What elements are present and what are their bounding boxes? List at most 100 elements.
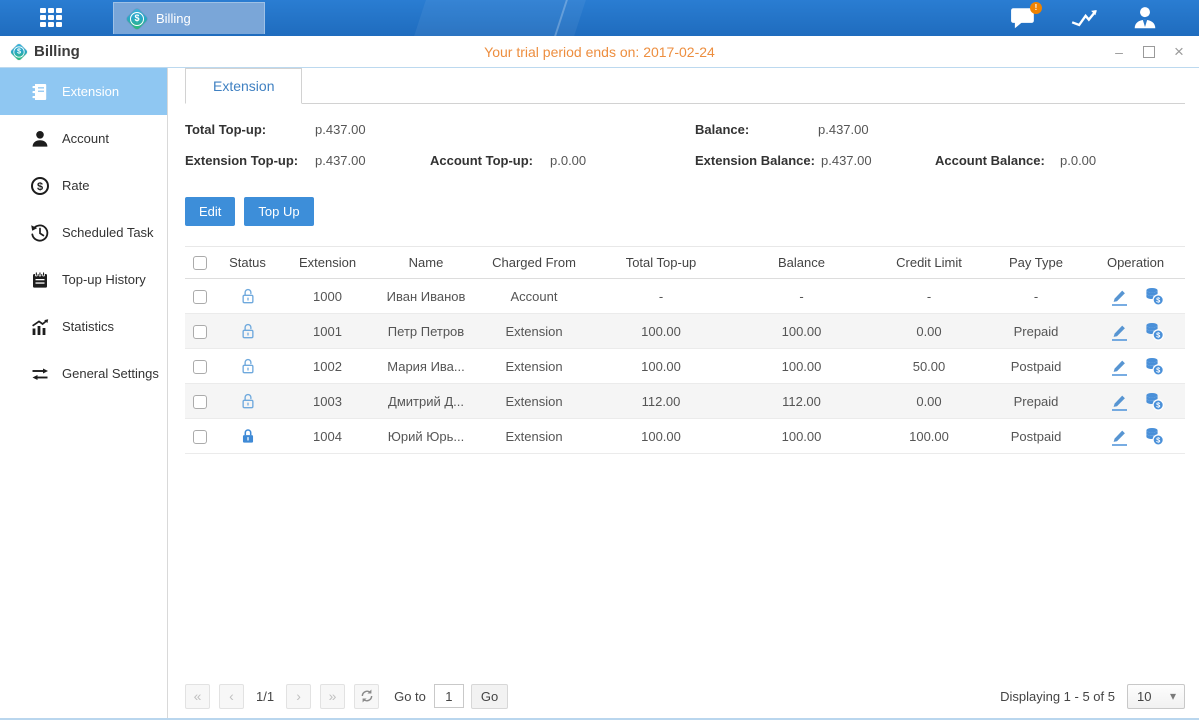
sidebar-item-extension[interactable]: Extension [0, 68, 167, 115]
account-person-icon [30, 129, 50, 149]
edit-row-icon[interactable] [1108, 321, 1128, 341]
cell-balance: 100.00 [731, 359, 872, 374]
user-account-icon[interactable] [1131, 6, 1159, 30]
reports-chart-icon[interactable] [1070, 6, 1098, 30]
total-topup-value: p.437.00 [315, 122, 366, 137]
goto-label: Go to [394, 689, 426, 704]
top-up-row-icon[interactable] [1144, 391, 1164, 411]
messages-icon[interactable]: ! [1009, 6, 1037, 30]
edit-row-icon[interactable] [1108, 391, 1128, 411]
tab-extension-label: Extension [213, 78, 274, 94]
sidebar-item-account[interactable]: Account [0, 115, 167, 162]
cell-balance: - [731, 289, 872, 304]
sidebar-label-general-settings: General Settings [62, 366, 159, 381]
extension-balance-label: Extension Balance: [695, 153, 815, 168]
tab-strip: Extension [185, 68, 1185, 104]
cell-extension: 1000 [280, 289, 375, 304]
sidebar-item-statistics[interactable]: Statistics [0, 303, 167, 350]
table-row[interactable]: 1003 Дмитрий Д... Extension 112.00 112.0… [185, 384, 1185, 419]
first-page-button[interactable]: « [185, 684, 210, 709]
top-up-button[interactable]: Top Up [244, 197, 313, 226]
col-pay-type: Pay Type [986, 255, 1086, 270]
top-up-row-icon[interactable] [1144, 286, 1164, 306]
cell-balance: 100.00 [731, 429, 872, 444]
cell-pay-type: Prepaid [986, 394, 1086, 409]
cell-extension: 1004 [280, 429, 375, 444]
cell-credit-limit: 50.00 [872, 359, 986, 374]
maximize-button[interactable] [1143, 46, 1155, 58]
sidebar-item-general-settings[interactable]: General Settings [0, 350, 167, 397]
goto-page-input[interactable] [434, 684, 464, 708]
row-checkbox[interactable] [193, 290, 207, 304]
sidebar: Extension Account $ Rate [0, 68, 168, 718]
cell-charged-from: Extension [477, 394, 591, 409]
tab-extension[interactable]: Extension [185, 68, 302, 104]
row-checkbox[interactable] [193, 325, 207, 339]
top-up-row-icon[interactable] [1144, 426, 1164, 446]
prev-page-button[interactable]: ‹ [219, 684, 244, 709]
refresh-button[interactable] [354, 684, 379, 709]
table-row[interactable]: 1001 Петр Петров Extension 100.00 100.00… [185, 314, 1185, 349]
summary-section: Total Top-up: p.437.00 Balance: p.437.00… [185, 118, 1185, 182]
billing-app-tab-label: Billing [156, 11, 191, 26]
rate-dollar-icon: $ [30, 176, 50, 196]
col-operation: Operation [1086, 255, 1185, 270]
balance-value: p.437.00 [818, 122, 869, 137]
cell-charged-from: Account [477, 289, 591, 304]
billing-title-icon: $ [10, 43, 28, 61]
cell-balance: 100.00 [731, 324, 872, 339]
account-balance-label: Account Balance: [935, 153, 1045, 168]
main-panel: Extension Total Top-up: p.437.00 Balance… [168, 68, 1199, 718]
status-unlocked-icon [239, 322, 257, 340]
select-all-checkbox[interactable] [193, 256, 207, 270]
status-unlocked-icon [239, 287, 257, 305]
go-button[interactable]: Go [471, 684, 508, 709]
cell-total-topup: 100.00 [591, 359, 731, 374]
col-name: Name [375, 255, 477, 270]
cell-total-topup: 100.00 [591, 324, 731, 339]
sidebar-item-scheduled-task[interactable]: Scheduled Task [0, 209, 167, 256]
minimize-button[interactable]: – [1111, 44, 1127, 60]
page-size-select[interactable]: 10 ▾ [1127, 684, 1185, 709]
edit-button[interactable]: Edit [185, 197, 235, 226]
table-row[interactable]: 1004 Юрий Юрь... Extension 100.00 100.00… [185, 419, 1185, 454]
cell-name: Мария Ива... [375, 359, 477, 374]
last-page-button[interactable]: » [320, 684, 345, 709]
extension-table: Status Extension Name Charged From Total… [185, 246, 1185, 454]
table-row[interactable]: 1002 Мария Ива... Extension 100.00 100.0… [185, 349, 1185, 384]
top-up-row-icon[interactable] [1144, 321, 1164, 341]
account-topup-value: p.0.00 [550, 153, 586, 168]
row-checkbox[interactable] [193, 395, 207, 409]
edit-row-icon[interactable] [1108, 426, 1128, 446]
cell-charged-from: Extension [477, 324, 591, 339]
page-size-value: 10 [1137, 689, 1151, 704]
edit-row-icon[interactable] [1108, 356, 1128, 376]
cell-total-topup: 112.00 [591, 394, 731, 409]
top-up-row-icon[interactable] [1144, 356, 1164, 376]
extension-balance-value: p.437.00 [821, 153, 872, 168]
col-charged-from: Charged From [477, 255, 591, 270]
billing-diamond-icon: $ [126, 8, 148, 30]
cell-credit-limit: 0.00 [872, 324, 986, 339]
table-header-row: Status Extension Name Charged From Total… [185, 246, 1185, 279]
col-total-topup: Total Top-up [591, 255, 731, 270]
sidebar-item-rate[interactable]: $ Rate [0, 162, 167, 209]
cell-name: Иван Иванов [375, 289, 477, 304]
billing-app-tab[interactable]: $ Billing [113, 2, 265, 34]
sidebar-label-topup-history: Top-up History [62, 272, 146, 287]
sidebar-item-topup-history[interactable]: Top-up History [0, 256, 167, 303]
edit-row-icon[interactable] [1108, 286, 1128, 306]
notification-badge: ! [1030, 2, 1042, 14]
next-page-button[interactable]: › [286, 684, 311, 709]
col-extension: Extension [280, 255, 375, 270]
status-unlocked-icon [239, 357, 257, 375]
chevron-down-icon: ▾ [1170, 689, 1176, 703]
row-checkbox[interactable] [193, 430, 207, 444]
table-row[interactable]: 1000 Иван Иванов Account - - - - [185, 279, 1185, 314]
total-topup-label: Total Top-up: [185, 122, 266, 137]
row-checkbox[interactable] [193, 360, 207, 374]
titlebar: $ Billing Your trial period ends on: 201… [0, 36, 1199, 68]
close-button[interactable]: × [1171, 44, 1187, 60]
displaying-text: Displaying 1 - 5 of 5 [1000, 689, 1115, 704]
app-grid-icon[interactable] [40, 8, 66, 29]
